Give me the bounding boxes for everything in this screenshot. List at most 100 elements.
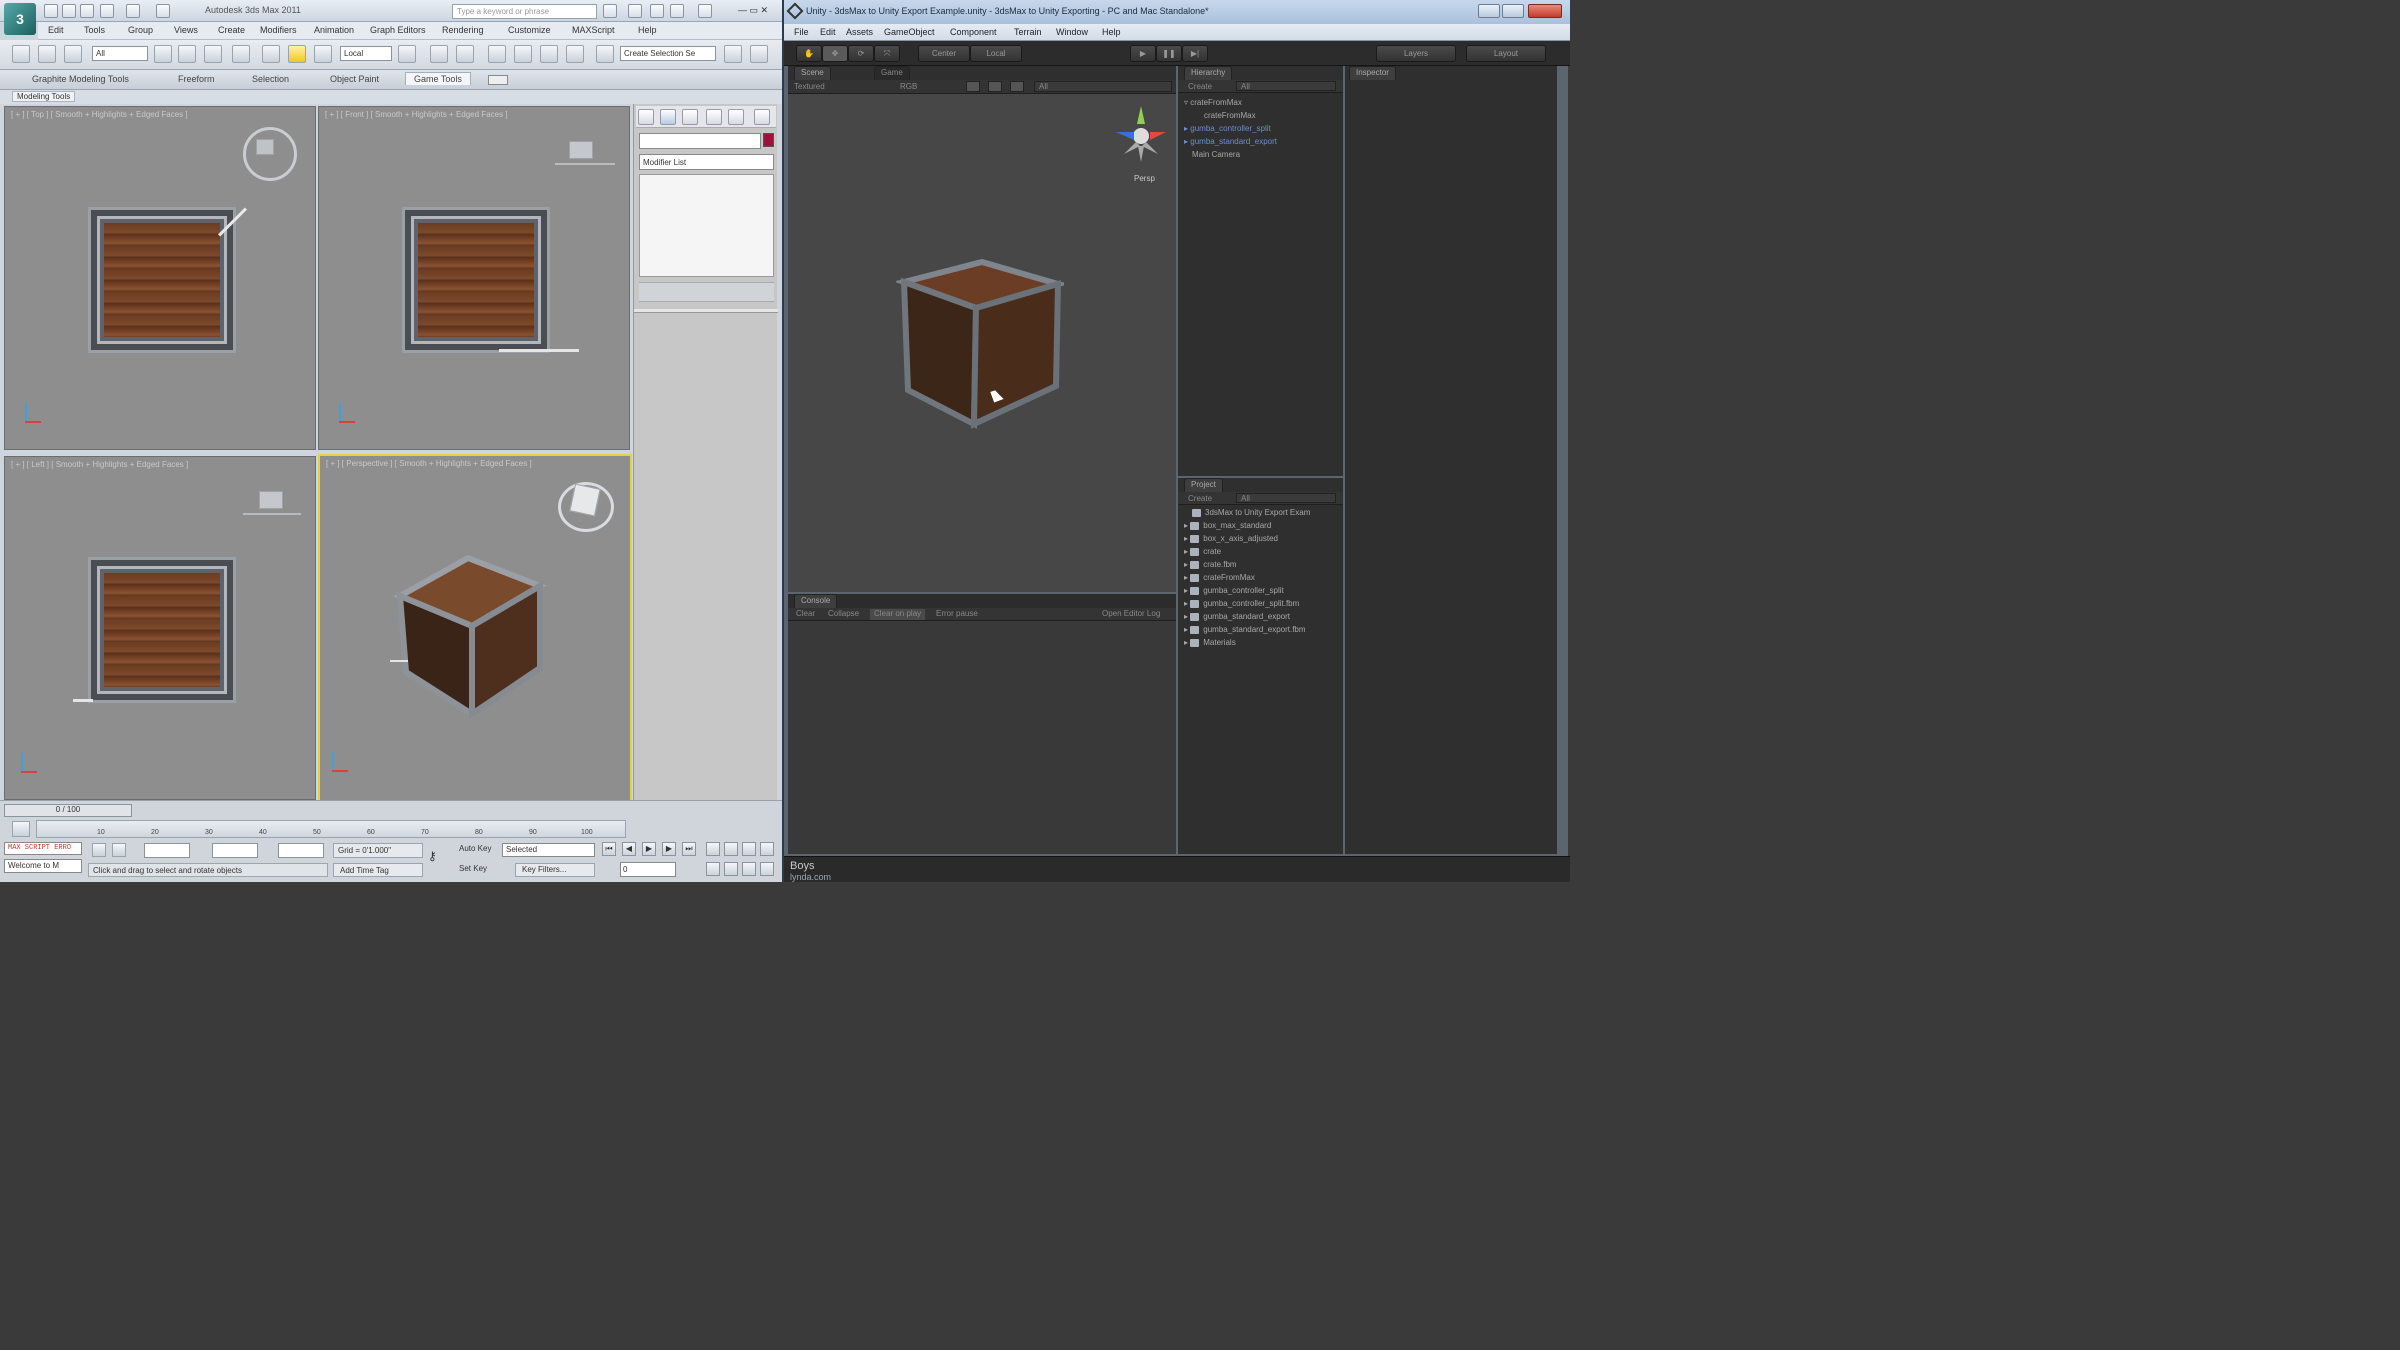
scene-search-input[interactable]: All xyxy=(1034,81,1172,92)
crate-object[interactable] xyxy=(88,557,236,703)
snaps-toggle-icon[interactable] xyxy=(488,45,506,63)
scene-orientation-gizmo-icon[interactable] xyxy=(1114,104,1168,164)
project-item[interactable]: 3dsMax to Unity Export Exam xyxy=(1192,508,1310,517)
viewport-label[interactable]: [ + ] [ Left ] [ Smooth + Highlights + E… xyxy=(11,460,188,469)
key-icon[interactable]: ⚷ xyxy=(428,849,450,863)
project-item[interactable]: ▸ crateFromMax xyxy=(1184,573,1255,582)
zoom-all-icon[interactable] xyxy=(724,842,738,856)
ribbon-tab-object-paint[interactable]: Object Paint xyxy=(330,74,379,84)
menu-views[interactable]: Views xyxy=(174,25,198,35)
move-icon[interactable] xyxy=(262,45,280,63)
save-icon[interactable] xyxy=(80,4,94,18)
minimize-button[interactable] xyxy=(1478,4,1500,18)
viewcube-icon[interactable] xyxy=(259,491,283,509)
console-clear-on-play-button[interactable]: Clear on play xyxy=(870,609,926,620)
viewport-left[interactable]: [ + ] [ Left ] [ Smooth + Highlights + E… xyxy=(4,456,316,800)
close-button[interactable] xyxy=(1528,4,1562,18)
rotate-gizmo-handle[interactable] xyxy=(73,699,93,702)
scene-fx-icon[interactable] xyxy=(988,81,1002,92)
inspector-tab[interactable]: Inspector xyxy=(1349,66,1396,80)
mirror-icon[interactable] xyxy=(724,45,742,63)
scene-rgb-dropdown[interactable]: RGB xyxy=(900,82,917,91)
scene-view[interactable]: Persp xyxy=(788,94,1176,592)
unity-menu-component[interactable]: Component xyxy=(950,27,997,37)
scale-icon[interactable] xyxy=(314,45,332,63)
viewport-perspective[interactable]: [ + ] [ Perspective ] [ Smooth + Highlig… xyxy=(318,454,632,802)
undo-toolbar-icon[interactable] xyxy=(12,45,30,63)
add-time-tag-button[interactable]: Add Time Tag xyxy=(333,863,423,877)
project-folder-icon[interactable] xyxy=(156,4,170,18)
rotate-icon[interactable] xyxy=(288,45,306,63)
scale-tool-icon[interactable]: ⤧ xyxy=(874,45,900,62)
menu-maxscript[interactable]: MAXScript xyxy=(572,25,615,35)
modifier-stack-buttons[interactable] xyxy=(639,282,774,302)
unity-menu-edit[interactable]: Edit xyxy=(820,27,836,37)
coord-z-field[interactable] xyxy=(278,843,324,858)
crate-scene-object[interactable] xyxy=(896,258,1064,434)
viewport-top[interactable]: [ + ] [ Top ] [ Smooth + Highlights + Ed… xyxy=(4,106,316,450)
field-of-view-icon[interactable] xyxy=(706,862,720,876)
unity-menu-help[interactable]: Help xyxy=(1102,27,1121,37)
ribbon-tab-selection[interactable]: Selection xyxy=(252,74,289,84)
coord-x-field[interactable] xyxy=(144,843,190,858)
zoom-extents-icon[interactable] xyxy=(742,842,756,856)
maxscript-input-field[interactable]: Welcome to M xyxy=(4,859,82,873)
console-open-log-button[interactable]: Open Editor Log xyxy=(1098,609,1164,620)
unlink-icon[interactable] xyxy=(64,45,82,63)
modifier-stack[interactable] xyxy=(639,174,774,277)
hand-tool-icon[interactable]: ✋ xyxy=(796,45,822,62)
rotate-gizmo-handle[interactable] xyxy=(499,349,579,352)
keyboard-shortcut-override-icon[interactable] xyxy=(456,45,474,63)
hierarchy-search-input[interactable]: All xyxy=(1236,81,1336,91)
orbit-icon[interactable] xyxy=(742,862,756,876)
angle-snap-icon[interactable] xyxy=(514,45,532,63)
selection-filter-dropdown[interactable]: All xyxy=(92,46,148,61)
menu-edit[interactable]: Edit xyxy=(48,25,64,35)
play-button-icon[interactable]: ▶ xyxy=(1130,45,1156,62)
console-collapse-button[interactable]: Collapse xyxy=(824,609,863,620)
time-slider[interactable]: 0 / 100 xyxy=(4,804,132,817)
ribbon-tab-graphite[interactable]: Graphite Modeling Tools xyxy=(32,74,129,84)
goto-end-icon[interactable]: ⏭ xyxy=(682,842,696,856)
current-frame-field[interactable]: 0 xyxy=(620,862,676,877)
console-tab[interactable]: Console xyxy=(794,594,838,608)
select-by-name-icon[interactable] xyxy=(178,45,196,63)
select-manipulate-icon[interactable] xyxy=(430,45,448,63)
set-key-button[interactable]: Set Key xyxy=(457,862,497,877)
key-filters-button[interactable]: Key Filters... xyxy=(515,863,595,877)
pan-view-icon[interactable] xyxy=(724,862,738,876)
modifier-list-dropdown[interactable]: Modifier List xyxy=(639,154,774,170)
project-item[interactable]: ▸ gumba_controller_split xyxy=(1184,586,1284,595)
max-application-button[interactable]: 3 xyxy=(4,3,36,35)
scene-lighting-icon[interactable] xyxy=(966,81,980,92)
project-item[interactable]: ▸ gumba_controller_split.fbm xyxy=(1184,599,1299,608)
zoom-icon[interactable] xyxy=(706,842,720,856)
console-log-area[interactable] xyxy=(788,621,1176,854)
menu-graph-editors[interactable]: Graph Editors xyxy=(370,25,426,35)
project-item[interactable]: ▸ Materials xyxy=(1184,638,1236,647)
window-crossing-icon[interactable] xyxy=(232,45,250,63)
step-button-icon[interactable]: ▶| xyxy=(1182,45,1208,62)
goto-start-icon[interactable]: ⏮ xyxy=(602,842,616,856)
reference-coordinate-dropdown[interactable]: Local xyxy=(340,46,392,61)
play-icon[interactable]: ▶ xyxy=(642,842,656,856)
game-tab[interactable]: Game xyxy=(874,66,910,80)
percent-snap-icon[interactable] xyxy=(540,45,558,63)
display-tab-icon[interactable] xyxy=(728,109,744,125)
undo-icon[interactable] xyxy=(100,4,114,18)
trackbar[interactable]: 10 20 30 40 50 60 70 80 90 100 xyxy=(36,820,626,838)
previous-frame-icon[interactable]: ◀ xyxy=(622,842,636,856)
crate-object[interactable] xyxy=(88,207,236,353)
menu-animation[interactable]: Animation xyxy=(314,25,354,35)
viewport-label[interactable]: [ + ] [ Perspective ] [ Smooth + Highlig… xyxy=(326,459,532,468)
rectangular-selection-icon[interactable] xyxy=(204,45,222,63)
console-clear-button[interactable]: Clear xyxy=(792,609,819,620)
viewport-front[interactable]: [ + ] [ Front ] [ Smooth + Highlights + … xyxy=(318,106,630,450)
rotate-tool-icon[interactable]: ⟳ xyxy=(848,45,874,62)
maximize-button[interactable] xyxy=(1502,4,1524,18)
rotate-gizmo-handle[interactable] xyxy=(390,660,408,662)
unity-menu-file[interactable]: File xyxy=(794,27,809,37)
next-frame-icon[interactable]: ▶ xyxy=(662,842,676,856)
unity-menu-terrain[interactable]: Terrain xyxy=(1014,27,1042,37)
spinner-snap-icon[interactable] xyxy=(566,45,584,63)
